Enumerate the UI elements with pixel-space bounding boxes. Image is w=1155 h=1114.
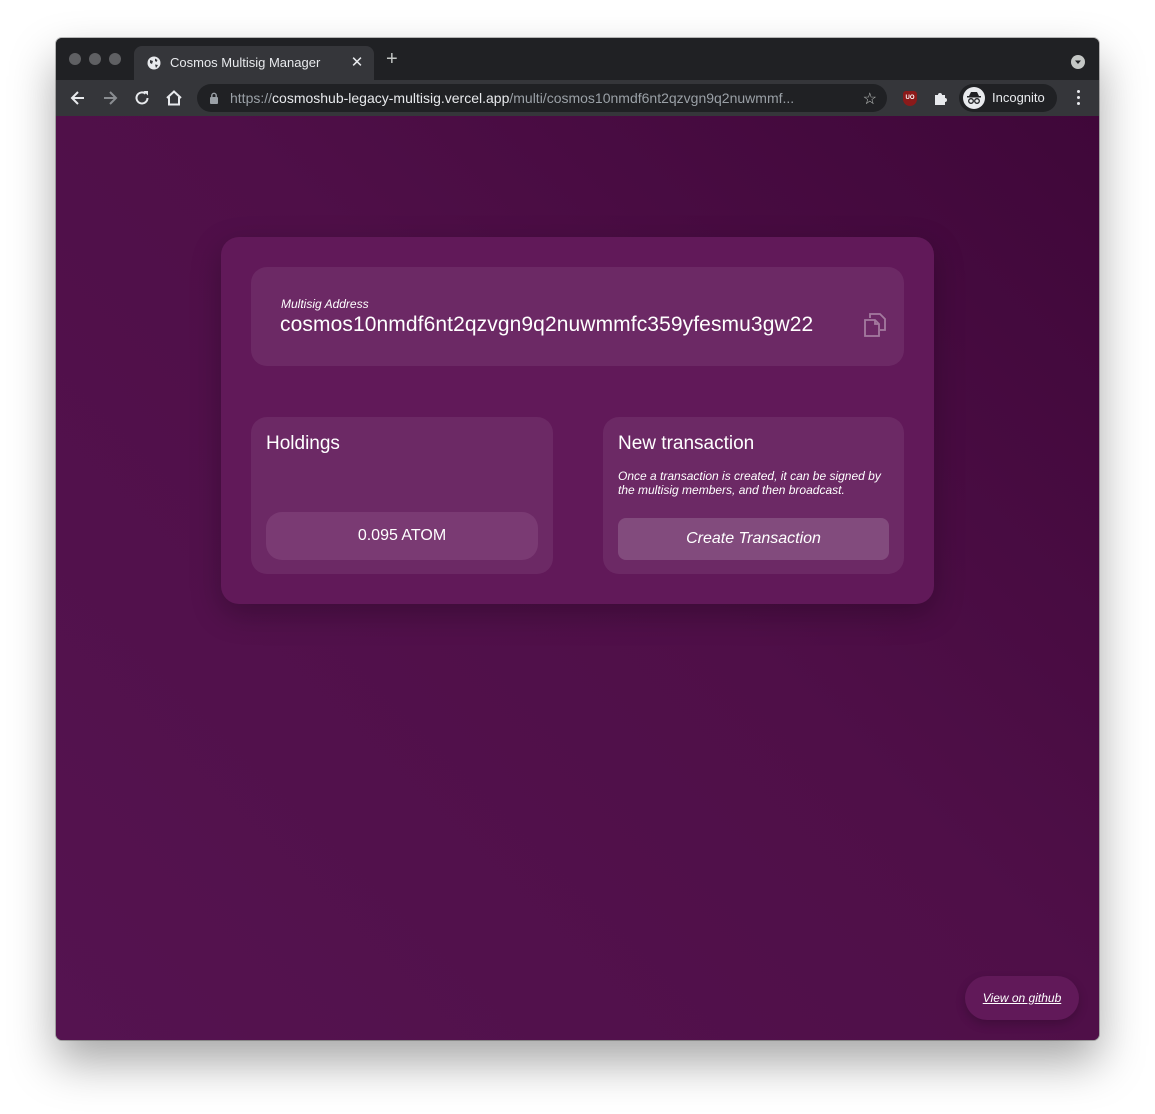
tab-strip: Cosmos Multisig Manager ✕ + xyxy=(56,38,1099,80)
holdings-panel: Holdings 0.095 ATOM xyxy=(251,417,553,574)
forward-arrow-icon[interactable] xyxy=(100,88,120,108)
view-on-github-link[interactable]: View on github xyxy=(965,976,1079,1020)
url-path: /multi/cosmos10nmdf6nt2qzvgn9q2nuwmmf... xyxy=(509,90,795,106)
incognito-profile-button[interactable]: Incognito xyxy=(959,84,1057,112)
globe-icon xyxy=(147,56,161,70)
tab-title: Cosmos Multisig Manager xyxy=(170,55,321,70)
url-scheme: https:// xyxy=(230,90,273,106)
new-tab-button[interactable]: + xyxy=(386,49,398,69)
tab-search-button[interactable] xyxy=(1071,55,1085,69)
address-panel: Multisig Address cosmos10nmdf6nt2qzvgn9q… xyxy=(251,267,904,366)
multisig-address: cosmos10nmdf6nt2qzvgn9q2nuwmmfc359yfesmu… xyxy=(280,313,814,336)
address-label: Multisig Address xyxy=(281,297,369,311)
incognito-icon xyxy=(963,87,985,109)
multisig-card: Multisig Address cosmos10nmdf6nt2qzvgn9q… xyxy=(221,237,934,604)
new-transaction-title: New transaction xyxy=(618,433,755,454)
chevron-down-icon xyxy=(1075,60,1081,64)
page-content: Multisig Address cosmos10nmdf6nt2qzvgn9q… xyxy=(56,116,1099,1040)
home-icon[interactable] xyxy=(164,88,184,108)
tab-close-icon[interactable]: ✕ xyxy=(350,53,364,71)
incognito-label: Incognito xyxy=(992,90,1045,105)
create-transaction-button[interactable]: Create Transaction xyxy=(618,518,889,560)
reload-icon[interactable] xyxy=(132,88,152,108)
browser-menu-icon[interactable] xyxy=(1077,90,1081,108)
new-transaction-panel: New transaction Once a transaction is cr… xyxy=(603,417,904,574)
balance-value: 0.095 ATOM xyxy=(266,512,538,560)
maximize-window-button[interactable] xyxy=(109,53,121,65)
holdings-title: Holdings xyxy=(266,433,340,454)
url-host: cosmoshub-legacy-multisig.vercel.app xyxy=(272,90,510,106)
new-transaction-description: Once a transaction is created, it can be… xyxy=(618,469,881,497)
ublock-extension-icon[interactable]: UO xyxy=(903,91,917,106)
copy-icon[interactable] xyxy=(863,312,887,338)
browser-window: Cosmos Multisig Manager ✕ + https://cosm… xyxy=(56,38,1099,1040)
url-text[interactable]: https://cosmoshub-legacy-multisig.vercel… xyxy=(230,90,850,106)
back-arrow-icon[interactable] xyxy=(68,88,88,108)
extensions-puzzle-icon[interactable] xyxy=(932,89,950,107)
close-window-button[interactable] xyxy=(69,53,81,65)
minimize-window-button[interactable] xyxy=(89,53,101,65)
tab-active[interactable]: Cosmos Multisig Manager ✕ xyxy=(134,46,374,80)
browser-toolbar: https://cosmoshub-legacy-multisig.vercel… xyxy=(56,80,1099,116)
address-bar[interactable]: https://cosmoshub-legacy-multisig.vercel… xyxy=(197,84,887,112)
bookmark-star-icon[interactable]: ☆ xyxy=(863,89,877,109)
lock-icon[interactable] xyxy=(209,92,219,104)
